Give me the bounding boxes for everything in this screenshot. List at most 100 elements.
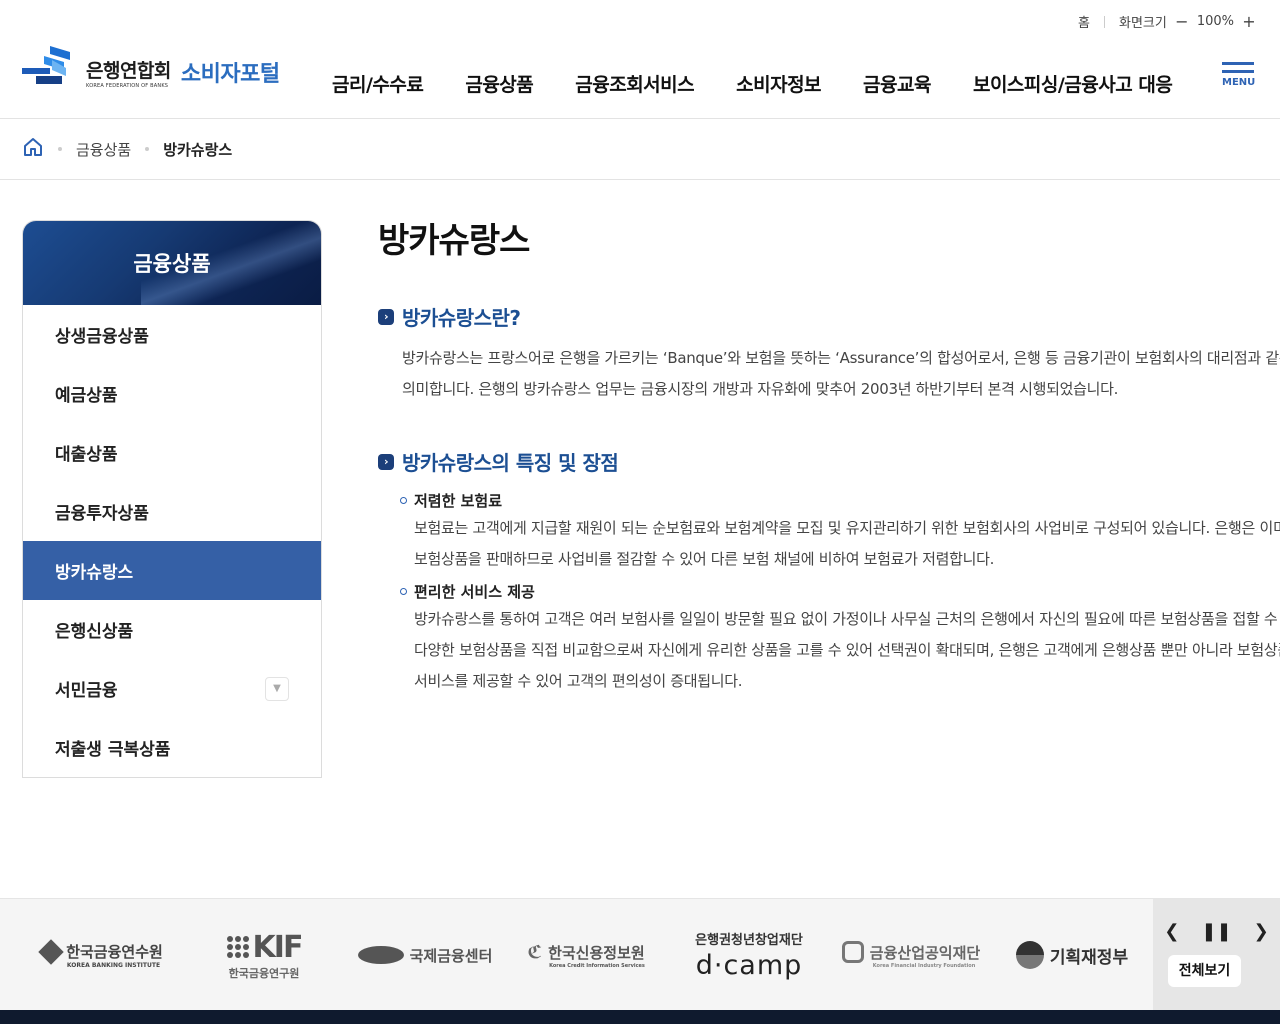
taegeuk-icon [1015,941,1044,969]
global-nav: 금리/수수료 금융상품 금융조회서비스 소비자정보 금융교육 보이스피싱/금융사… [332,70,1173,97]
partner-name: 한국금융연수원 [66,943,163,961]
divider [1103,15,1105,28]
feature-heading: 편리한 서비스 제공 [400,581,1280,602]
side-nav-item-microfinance[interactable]: 서민금융 ▼ [23,659,321,718]
org-name: 은행연합회 [86,59,171,82]
feature-heading-text: 편리한 서비스 제공 [414,583,535,601]
org-name-en: KOREA FEDERATION OF BANKS [86,82,169,89]
footer-bar [0,1010,1280,1024]
section-title: › 방카슈랑스의 특징 및 장점 [378,447,1280,476]
kbi-logo-icon [38,938,64,965]
side-nav-label: 은행신상품 [55,622,134,642]
body-line: 보험료는 고객에게 지급할 재원이 되는 순보험료와 보험계약을 모집 및 유지… [414,519,1280,537]
section-body: 방카슈랑스는 프랑스어로 은행을 가르키는 ‘Banque’와 보험을 뜻하는 … [402,343,1280,405]
chevron-right-icon: › [378,453,394,470]
partner-name: 금융산업공익재단 [869,943,981,962]
partner-dcamp[interactable]: 은행권청년창업재단 d·camp [684,899,814,1011]
body-line: 서비스를 제공할 수 있어 고객의 편의성이 증대됩니다. [414,672,743,690]
kif-logo-icon [226,936,249,958]
partner-name-en: Korea Financial Industry Foundation [872,963,976,969]
side-nav-item-low-birth[interactable]: 저출생 극복상품 [23,718,321,777]
gnb-item-phishing[interactable]: 보이스피싱/금융사고 대응 [973,70,1173,97]
bullet-circle-icon [400,497,407,504]
partner-banner: 한국금융연수원 KOREA BANKING INSTITUTE KIF 한국금융… [0,898,1280,1011]
gnb-item-education[interactable]: 금융교육 [863,70,931,97]
gnb-item-consumer-info[interactable]: 소비자정보 [736,70,821,97]
chevron-left-icon[interactable]: ❮ [1164,921,1179,942]
partner-name: 한국신용정보원 [548,943,645,962]
pause-icon[interactable]: ❚❚ [1201,921,1231,942]
page-title: 방카슈랑스 [378,221,530,261]
menu-label: MENU [1222,77,1256,88]
partner-name: 한국금융연구원 [228,966,300,980]
side-nav-header: 금융상품 [23,221,321,305]
breadcrumb-level1[interactable]: 금융상품 [76,139,131,160]
feature-body: 방카슈랑스를 통하여 고객은 여러 보험사를 일일이 방문할 필요 없이 가정이… [414,604,1280,697]
partner-kfif[interactable]: 금융산업공익재단 Korea Financial Industry Founda… [838,899,984,1011]
main-content: 방카슈랑스 › 방카슈랑스란? 방카슈랑스는 프랑스어로 은행을 가르키는 ‘B… [378,220,1280,697]
chevron-down-icon[interactable]: ▼ [265,676,289,701]
feature-heading-text: 저렴한 보험료 [414,492,503,510]
hamburger-icon-bar [1222,70,1254,73]
partner-ifc[interactable]: 국제금융센터 [357,899,493,1011]
side-nav-item-bancassurance[interactable]: 방카슈랑스 [23,541,321,600]
home-link[interactable]: 홈 [1078,12,1090,31]
partner-name: 은행권청년창업재단 [695,933,803,948]
utility-bar: 홈 화면크기 − 100% + [1078,12,1258,32]
partner-kcis[interactable]: ℭ 한국신용정보원 Korea Credit Information Servi… [520,899,652,1011]
body-line: 방카슈랑스를 통하여 고객은 여러 보험사를 일일이 방문할 필요 없이 가정이… [414,610,1280,628]
dcamp-logo: d·camp [695,950,803,981]
section-title: › 방카슈랑스란? [378,302,1280,331]
side-nav-title: 금융상품 [133,252,211,276]
side-nav-label: 방카슈랑스 [55,563,134,583]
body-line: 방카슈랑스는 프랑스어로 은행을 가르키는 ‘Banque’와 보험을 뜻하는 … [402,349,1280,367]
partner-kif[interactable]: KIF 한국금융연구원 [222,899,306,1011]
partner-name: 국제금융센터 [409,946,493,965]
slider-arrows: ❮ ❚❚ ❯ [1153,921,1280,942]
gnb-item-rates[interactable]: 금리/수수료 [332,70,424,97]
zoom-out-button[interactable]: − [1173,13,1191,31]
ifc-logo-icon [357,946,404,964]
side-nav-item-win-win[interactable]: 상생금융상품 [23,305,321,364]
gnb-item-lookup[interactable]: 금융조회서비스 [575,70,694,97]
body-line: 다양한 보험상품을 직접 비교함으로써 자신에게 유리한 상품을 고를 수 있어… [414,641,1280,659]
breadcrumb-separator [58,147,62,151]
kfif-logo-icon [841,941,864,963]
section-title-text: 방카슈랑스의 특징 및 장점 [402,451,619,475]
view-all-button[interactable]: 전체보기 [1168,955,1241,987]
partner-kbi[interactable]: 한국금융연수원 KOREA BANKING INSTITUTE [38,899,165,1011]
hamburger-icon [1222,62,1254,65]
home-icon[interactable] [22,136,44,162]
chevron-right-icon[interactable]: ❯ [1254,921,1269,942]
feature-heading: 저렴한 보험료 [400,490,1280,511]
partner-mof[interactable]: 기획재정부 [1010,899,1134,1011]
side-nav-item-investment[interactable]: 금융투자상품 [23,482,321,541]
side-nav-label: 대출상품 [55,445,118,465]
breadcrumb-separator [145,147,150,151]
side-nav-label: 서민금융 [55,681,118,701]
body-line: 보험상품을 판매하므로 사업비를 절감할 수 있어 다른 보험 채널에 비하여 … [414,550,995,568]
partner-controls: ❮ ❚❚ ❯ 전체보기 [1153,899,1280,1011]
side-nav-item-new-products[interactable]: 은행신상품 [23,600,321,659]
feature-item: 저렴한 보험료 보험료는 고객에게 지급할 재원이 되는 순보험료와 보험계약을… [400,490,1280,575]
side-nav-item-deposit[interactable]: 예금상품 [23,364,321,423]
side-nav-label: 금융투자상품 [55,504,149,524]
gnb-item-products[interactable]: 금융상품 [465,70,533,97]
chevron-right-icon: › [378,308,394,325]
menu-button[interactable]: MENU [1222,62,1256,88]
side-nav-label: 상생금융상품 [55,327,149,347]
header-divider [0,118,1280,119]
section-title-text: 방카슈랑스란? [402,306,521,330]
bullet-circle-icon [400,588,407,595]
zoom-label: 화면크기 [1118,16,1167,31]
kfb-logo-icon [22,44,82,100]
site-logo[interactable]: 은행연합회 KOREA FEDERATION OF BANKS 소비자포털 [22,44,280,100]
portal-name: 소비자포털 [180,62,280,87]
partner-name-en: KIF [252,929,304,965]
zoom-value: 100% [1196,14,1234,29]
side-nav-item-loan[interactable]: 대출상품 [23,423,321,482]
breadcrumb: 금융상품 방카슈랑스 [22,136,232,162]
zoom-in-button[interactable]: + [1240,13,1258,31]
side-nav-label: 저출생 극복상품 [55,740,171,760]
logo-text: 은행연합회 KOREA FEDERATION OF BANKS [86,56,171,89]
